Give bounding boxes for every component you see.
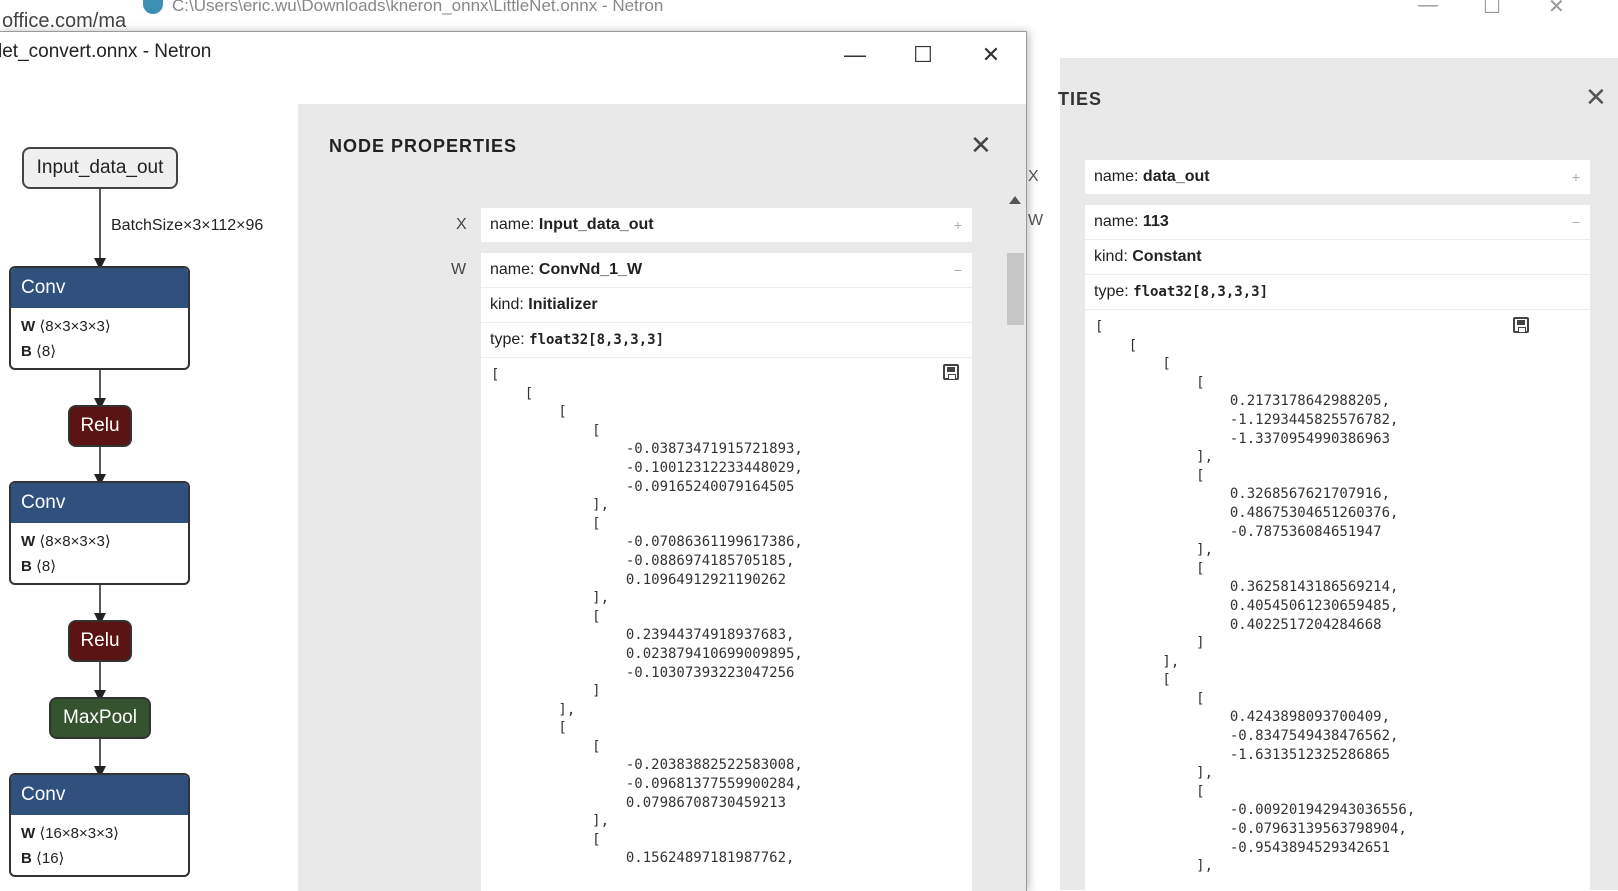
bias-label: B <box>21 558 32 575</box>
input-letter: W <box>451 261 467 278</box>
input-letter: X <box>456 216 467 233</box>
node-properties-sidebar: NODE PROPERTIES ✕ X name: Input_data_out… <box>298 104 1026 891</box>
background-close-button[interactable]: ✕ <box>1548 0 1565 19</box>
kind-row: kind: Initializer <box>481 288 972 323</box>
kind-value: Initializer <box>528 296 598 313</box>
conv-node[interactable]: Conv W ⟨8×8×3×3⟩ B ⟨8⟩ <box>9 481 190 585</box>
weight-shape: ⟨8×8×3×3⟩ <box>39 533 111 550</box>
model-graph[interactable]: Input_data_out BatchSize×3×112×96 Conv W… <box>0 92 300 891</box>
type-label: type: <box>1094 283 1129 300</box>
conv-node-title: Conv <box>11 268 188 308</box>
input-w[interactable]: name: ConvNd_1_W − kind: Initializer typ… <box>481 253 972 891</box>
type-label: type: <box>490 331 525 348</box>
name-label: name: <box>490 216 535 233</box>
save-icon[interactable] <box>943 364 959 380</box>
name-label: name: <box>1094 168 1139 185</box>
name-row: name: data_out + <box>1085 160 1590 195</box>
minimize-button[interactable]: — <box>822 32 888 78</box>
save-icon[interactable] <box>1513 317 1529 333</box>
background-url-fragment: office.com/ma <box>2 10 127 32</box>
name-label: name: <box>1094 213 1139 230</box>
collapse-button[interactable]: − <box>1572 205 1580 239</box>
type-value: float32[8,3,3,3] <box>529 332 664 348</box>
name-value: data_out <box>1142 168 1210 185</box>
weight-label: W <box>21 533 36 550</box>
type-row: type: float32[8,3,3,3] <box>1085 275 1590 310</box>
relu-node[interactable]: Relu <box>68 620 132 662</box>
collapse-button[interactable]: − <box>954 253 962 287</box>
maxpool-node[interactable]: MaxPool <box>49 697 151 739</box>
name-value: 113 <box>1142 213 1169 230</box>
background-sidebar-close-icon[interactable]: ✕ <box>1585 84 1607 110</box>
background-input-w[interactable]: name: 113 − kind: Constant type: float32… <box>1085 205 1590 890</box>
type-value: float32[8,3,3,3] <box>1133 284 1268 300</box>
kind-label: kind: <box>490 296 524 313</box>
sidebar-title: NODE PROPERTIES <box>329 136 518 156</box>
window-title: let_convert.onnx - Netron <box>0 41 212 62</box>
tensor-values: [ [ [ [ 0.2173178642988205, -1.129344582… <box>1095 319 1416 875</box>
scrollbar-thumb[interactable] <box>1007 253 1024 325</box>
sidebar-close-icon[interactable]: ✕ <box>970 132 992 158</box>
name-row: name: Input_data_out + <box>481 208 972 243</box>
background-input-x[interactable]: name: data_out + <box>1085 160 1590 195</box>
expand-button[interactable]: + <box>1572 160 1580 194</box>
sidebar-scrollbar[interactable] <box>1005 196 1024 891</box>
maximize-button[interactable]: ☐ <box>890 32 956 78</box>
background-sidebar-title: TIES <box>1058 89 1103 109</box>
name-value: ConvNd_1_W <box>538 261 643 278</box>
type-row: type: float32[8,3,3,3] <box>481 323 972 358</box>
kind-label: kind: <box>1094 248 1128 265</box>
weight-label: W <box>21 825 36 842</box>
edge-shape-label: BatchSize×3×112×96 <box>111 217 264 234</box>
name-row: name: 113 − <box>1085 205 1590 240</box>
expand-button[interactable]: + <box>954 208 962 242</box>
background-maximize-button[interactable]: ☐ <box>1483 0 1501 19</box>
close-button[interactable]: ✕ <box>958 32 1024 78</box>
kind-value: Constant <box>1132 248 1202 265</box>
name-row: name: ConvNd_1_W − <box>481 253 972 288</box>
conv-node[interactable]: Conv W ⟨16×8×3×3⟩ B ⟨16⟩ <box>9 773 190 877</box>
weight-shape: ⟨16×8×3×3⟩ <box>39 825 120 842</box>
background-input-letter: W <box>1028 212 1044 229</box>
name-value: Input_data_out <box>538 216 654 233</box>
weight-label: W <box>21 318 36 335</box>
background-minimize-button[interactable]: — <box>1418 0 1438 17</box>
bias-shape: ⟨8⟩ <box>36 558 57 575</box>
background-window-title: C:\Users\eric.wu\Downloads\kneron_onnx\L… <box>172 0 664 15</box>
conv-node-title: Conv <box>11 775 188 815</box>
background-browser-strip: office.com/ma <box>0 0 140 32</box>
conv-node-title: Conv <box>11 483 188 523</box>
bias-shape: ⟨16⟩ <box>36 850 65 867</box>
kind-row: kind: Constant <box>1085 240 1590 275</box>
input-x[interactable]: name: Input_data_out + <box>481 208 972 243</box>
bias-shape: ⟨8⟩ <box>36 343 57 360</box>
conv-node[interactable]: Conv W ⟨8×3×3×3⟩ B ⟨8⟩ <box>9 266 190 370</box>
relu-node[interactable]: Relu <box>68 405 132 447</box>
tensor-values: [ [ [ [ -0.03873471915721893, -0.1001231… <box>491 367 803 867</box>
weight-shape: ⟨8×3×3×3⟩ <box>39 318 111 335</box>
bias-label: B <box>21 850 32 867</box>
name-label: name: <box>490 261 535 278</box>
input-node[interactable]: Input_data_out <box>22 147 178 189</box>
foreground-window: let_convert.onnx - Netron — ☐ ✕ Input_da… <box>0 31 1027 891</box>
scroll-up-arrow-icon[interactable] <box>1009 196 1021 204</box>
background-input-letter: X <box>1028 168 1039 185</box>
bias-label: B <box>21 343 32 360</box>
